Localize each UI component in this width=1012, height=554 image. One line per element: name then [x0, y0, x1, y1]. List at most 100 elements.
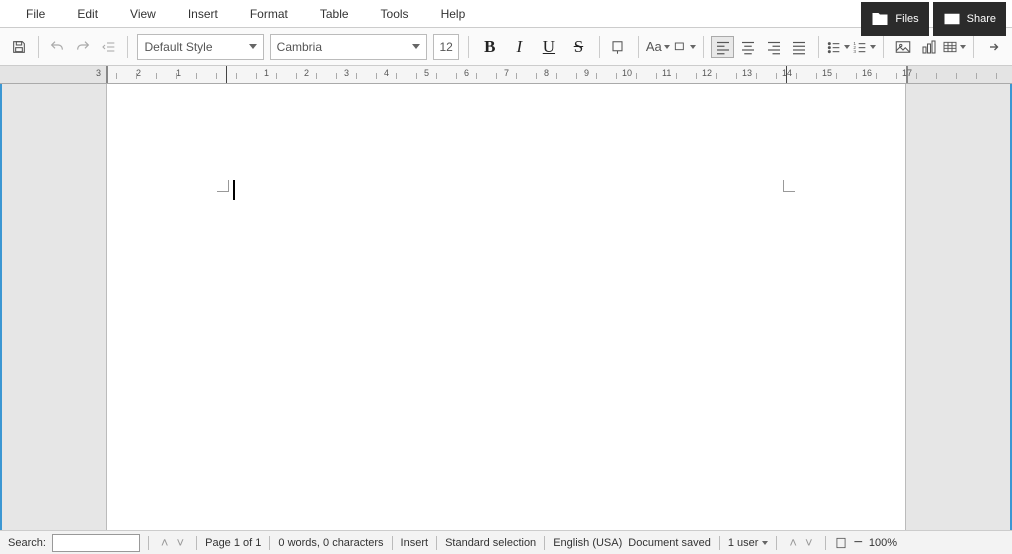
align-right-button[interactable]: [762, 36, 786, 58]
style-value: Default Style: [144, 40, 212, 54]
menu-help[interactable]: Help: [425, 0, 482, 28]
ruler-num: 7: [504, 68, 509, 78]
strikethrough-button[interactable]: S: [565, 34, 593, 60]
redo-button[interactable]: [71, 35, 95, 59]
chevron-down-icon: [960, 45, 966, 49]
chevron-down-icon: [690, 45, 696, 49]
chevron-right-icon: [984, 38, 1002, 56]
bold-button[interactable]: B: [476, 34, 504, 60]
separator: [392, 536, 393, 550]
find-prev-button[interactable]: ˄: [161, 535, 169, 550]
ruler-num: 3: [344, 68, 349, 78]
word-count[interactable]: 0 words, 0 characters: [278, 537, 383, 549]
paragraph-style-dropdown[interactable]: Default Style: [137, 34, 263, 60]
undo-button[interactable]: [46, 35, 70, 59]
ruler-num: 1: [264, 68, 269, 78]
menu-edit[interactable]: Edit: [61, 0, 114, 28]
ruler-num: 8: [544, 68, 549, 78]
top-right-buttons: Files Share: [861, 2, 1006, 36]
menu-tools[interactable]: Tools: [365, 0, 425, 28]
align-justify-icon: [790, 38, 808, 56]
ruler-num: 9: [584, 68, 589, 78]
separator: [776, 536, 777, 550]
chevron-down-icon: [249, 44, 257, 49]
margin-corner-icon: [217, 180, 229, 192]
zoom-level[interactable]: 100%: [869, 537, 897, 549]
decrease-indent-button[interactable]: [97, 35, 121, 59]
separator: [973, 36, 974, 58]
separator: [148, 536, 149, 550]
menu-table[interactable]: Table: [304, 0, 365, 28]
clear-formatting-button[interactable]: [607, 36, 631, 58]
ruler-num: 12: [702, 68, 712, 78]
prev-page-button[interactable]: ˄: [789, 535, 797, 550]
document-page[interactable]: [106, 84, 906, 532]
font-name-dropdown[interactable]: Cambria: [270, 34, 428, 60]
insert-table-button[interactable]: [942, 36, 966, 58]
font-size-value: 12: [440, 40, 453, 54]
share-label: Share: [967, 13, 996, 25]
envelope-icon: [943, 10, 961, 28]
font-size-input[interactable]: 12: [433, 34, 459, 60]
menu-bar: File Edit View Insert Format Table Tools…: [0, 0, 1012, 28]
numbered-list-button[interactable]: 123: [852, 36, 876, 58]
separator: [599, 36, 600, 58]
horizontal-ruler[interactable]: 3 2 1 1 2 3 4 5 6 7 8 9 10 11 12 13 14 1…: [0, 66, 1012, 84]
save-icon: [11, 39, 27, 55]
align-left-button[interactable]: [711, 36, 735, 58]
highlight-color-button[interactable]: [672, 36, 696, 58]
document-area: [0, 84, 1012, 532]
separator: [38, 36, 39, 58]
selection-mode[interactable]: Standard selection: [445, 537, 536, 549]
fit-page-icon[interactable]: [834, 536, 848, 550]
ruler-num: 13: [742, 68, 752, 78]
menu-file[interactable]: File: [10, 0, 61, 28]
ruler-num: 17: [902, 68, 912, 78]
underline-button[interactable]: U: [535, 34, 563, 60]
separator: [883, 36, 884, 58]
ruler-num: 4: [384, 68, 389, 78]
menu-view[interactable]: View: [114, 0, 172, 28]
outdent-icon: [101, 39, 117, 55]
align-left-icon: [714, 38, 732, 56]
ruler-num: 14: [782, 68, 792, 78]
font-case-button[interactable]: Aa: [646, 36, 670, 58]
ruler-num: 10: [622, 68, 632, 78]
bullet-list-icon: [826, 38, 842, 56]
language-status[interactable]: English (USA): [553, 537, 622, 549]
numbered-list-icon: 123: [852, 38, 868, 56]
zoom-out-button[interactable]: −: [854, 534, 863, 552]
search-label: Search:: [8, 537, 46, 549]
separator: [436, 536, 437, 550]
menu-format[interactable]: Format: [234, 0, 304, 28]
align-right-icon: [765, 38, 783, 56]
ruler-num: 2: [304, 68, 309, 78]
page-status[interactable]: Page 1 of 1: [205, 537, 261, 549]
separator: [544, 536, 545, 550]
share-button[interactable]: Share: [933, 2, 1006, 36]
chevron-down-icon: [762, 541, 768, 545]
ruler-num: 5: [424, 68, 429, 78]
aa-label: Aa: [646, 39, 662, 54]
insert-mode[interactable]: Insert: [401, 537, 429, 549]
next-page-button[interactable]: ˅: [805, 535, 813, 550]
image-icon: [894, 38, 912, 56]
user-count[interactable]: 1 user: [728, 537, 759, 549]
menu-insert[interactable]: Insert: [172, 0, 234, 28]
files-button[interactable]: Files: [861, 2, 928, 36]
insert-chart-button[interactable]: [917, 36, 941, 58]
show-more-button[interactable]: [981, 36, 1005, 58]
italic-button[interactable]: I: [506, 34, 534, 60]
align-center-button[interactable]: [736, 36, 760, 58]
search-input[interactable]: [52, 534, 140, 552]
save-button[interactable]: [7, 35, 31, 59]
align-center-icon: [739, 38, 757, 56]
ruler-num: 15: [822, 68, 832, 78]
insert-image-button[interactable]: [891, 36, 915, 58]
align-justify-button[interactable]: [788, 36, 812, 58]
bullet-list-button[interactable]: [826, 36, 850, 58]
ruler-num: 11: [662, 68, 671, 78]
table-icon: [942, 38, 958, 56]
find-next-button[interactable]: ˅: [177, 535, 185, 550]
clear-format-icon: [610, 38, 628, 56]
